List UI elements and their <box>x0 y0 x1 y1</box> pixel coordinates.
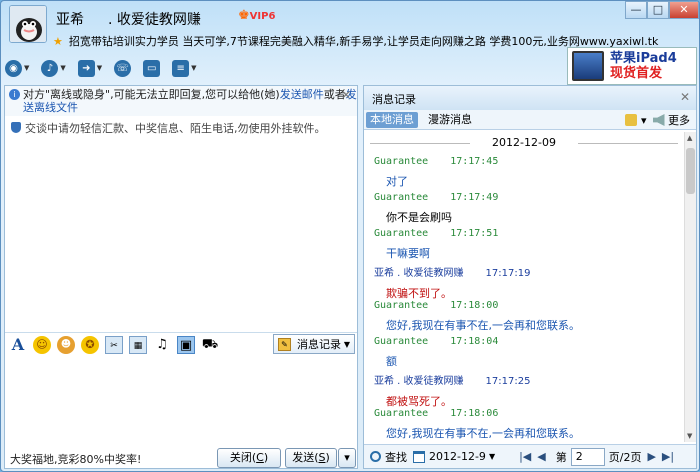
ad-line2: 现货首发 <box>610 66 663 81</box>
minimize-button[interactable]: — <box>625 1 647 19</box>
next-page-icon[interactable]: ▶ <box>647 450 655 463</box>
last-page-icon[interactable]: ▶| <box>662 450 674 463</box>
app-icon: ≡ <box>172 59 190 77</box>
flame-icon: ♚ <box>238 8 250 23</box>
star-icon: ★ <box>53 35 63 48</box>
magic-face-icon[interactable]: ☻ <box>57 335 75 354</box>
record-icon <box>625 113 638 126</box>
page-input[interactable]: 2 <box>570 447 605 466</box>
shield-icon <box>11 122 21 133</box>
more-button[interactable]: 更多 <box>652 112 690 128</box>
signature-name: . 收爱徒教网赚 <box>108 12 201 28</box>
first-page-icon[interactable]: |◀ <box>519 450 531 463</box>
list-item: 亚希 . 收爱徒教网赚 17:17:25 都被骂死了。 <box>374 376 531 408</box>
shake-icon[interactable]: ✪ <box>81 335 99 354</box>
avatar[interactable] <box>9 5 47 43</box>
tab-roaming-messages[interactable]: 漫游消息 <box>424 112 476 128</box>
list-item: Guarantee 17:18:04 额 <box>374 336 499 368</box>
tab-local-messages[interactable]: 本地消息 <box>366 112 418 128</box>
remote-assist-button[interactable]: ☏ <box>114 59 132 77</box>
toolbox-icon[interactable]: ⛟ <box>201 336 219 354</box>
history-date: 2012-12-09 <box>364 136 684 149</box>
contact-name: 亚希 . 收爱徒教网赚 <box>56 9 201 29</box>
send-options-button[interactable]: ▾ <box>338 448 356 468</box>
music-icon[interactable]: ♫ <box>153 336 171 354</box>
list-item: Guarantee 17:17:51 干嘛要啊 <box>374 228 499 260</box>
message-record-button[interactable]: ✎ 消息记录 ▼ <box>273 334 355 354</box>
scroll-up-icon[interactable]: ▲ <box>687 134 692 142</box>
window-controls: — □ ✕ <box>625 1 699 19</box>
emoji-icon[interactable]: ☺ <box>33 335 51 354</box>
chat-panel: i 对方"离线或隐身",可能无法立即回复,您可以给他(她)发送邮件或者发送离线文… <box>4 85 358 469</box>
screenshot-icon[interactable]: ✂ <box>105 335 123 354</box>
scroll-down-icon[interactable]: ▼ <box>687 432 692 440</box>
info-icon: i <box>9 89 20 100</box>
offline-notice: i 对方"离线或隐身",可能无法立即回复,您可以给他(她)发送邮件或者发送离线文… <box>5 86 357 116</box>
chevron-down-icon: ▼ <box>24 64 30 72</box>
chevron-down-icon: ▾ <box>344 451 350 464</box>
layout-icon[interactable]: ▣ <box>177 335 195 354</box>
voice-call-button[interactable]: ♪ ▼ <box>41 59 66 77</box>
file-icon: ➜ <box>77 59 95 77</box>
share-screen-button[interactable]: ▭ <box>143 59 161 77</box>
prev-page-icon[interactable]: ◀ <box>537 450 545 463</box>
date-picker[interactable]: 2012-12-9 ▼ <box>413 450 495 463</box>
ad-banner[interactable]: 苹果iPad4 现货首发 <box>567 47 697 85</box>
vip-badge[interactable]: ♚VIP6 <box>238 8 275 23</box>
list-item: Guarantee 17:17:49 你不是会刷吗 <box>374 192 499 224</box>
close-button[interactable]: 关闭(C) <box>217 448 281 468</box>
screen-icon: ▭ <box>143 59 161 77</box>
history-title: 消息记录 <box>372 93 416 106</box>
record-icon: ✎ <box>278 337 291 351</box>
font-icon[interactable]: A <box>9 335 27 354</box>
apps-button[interactable]: ≡ ▼ <box>172 59 197 77</box>
list-item: Guarantee 17:18:06 您好,我现在有事不在,一会再和您联系。 <box>374 408 580 440</box>
search-button[interactable]: 查找 <box>370 449 407 465</box>
message-record-label: 消息记录 <box>297 338 341 351</box>
close-window-button[interactable]: ✕ <box>669 1 699 19</box>
chat-window: 亚希. 收爱徒教网赚 ♚VIP6 ★ 招宽带钻培训实力学员 当天可学,7节课程完美… <box>0 0 700 472</box>
lottery-ad-link[interactable]: 大奖福地,竞彩80%中奖率! <box>10 451 141 467</box>
chevron-down-icon: ▼ <box>96 64 103 72</box>
scroll-thumb[interactable] <box>686 148 695 194</box>
list-item: 亚希 . 收爱徒教网赚 17:17:19 欺骗不到了。 <box>374 268 531 300</box>
history-scrollbar[interactable]: ▲ ▼ <box>684 132 696 442</box>
speaker-icon <box>652 114 665 126</box>
history-tabs: 本地消息 漫游消息 ▾ 更多 <box>364 110 696 130</box>
history-footer: 查找 2012-12-9 ▼ |◀ ◀ 第 2 页/2页 ▶ ▶| <box>364 444 696 468</box>
video-call-button[interactable]: ◉ ▼ <box>5 59 30 77</box>
history-panel: 消息记录 ✕ 本地消息 漫游消息 ▾ 更多 2012-12-09 Guarant… <box>363 85 697 469</box>
video-icon: ◉ <box>5 59 22 77</box>
history-header: 消息记录 ✕ <box>364 86 696 110</box>
remote-icon: ☏ <box>114 59 132 77</box>
search-icon <box>370 451 381 462</box>
maximize-button[interactable]: □ <box>647 1 669 19</box>
send-bar: 大奖福地,竞彩80%中奖率! 关闭(C) 发送(S) ▾ <box>4 445 358 471</box>
list-item: Guarantee 17:18:00 您好,我现在有事不在,一会再和您联系。 <box>374 300 580 332</box>
send-button[interactable]: 发送(S) <box>285 448 337 468</box>
message-list: 2012-12-09 Guarantee 17:17:45 对了 Guarante… <box>364 132 684 442</box>
close-history-icon[interactable]: ✕ <box>680 90 690 104</box>
image-icon[interactable]: ▦ <box>129 335 147 354</box>
send-email-link[interactable]: 发送邮件 <box>280 88 324 101</box>
nickname: 亚希 <box>56 12 84 28</box>
security-warning: 交谈中请勿轻信汇款、中奖信息、陌生电话,勿使用外挂软件。 <box>11 120 326 136</box>
chevron-down-icon: ▼ <box>343 339 350 349</box>
list-item: Guarantee 17:17:45 对了 <box>374 156 499 188</box>
ad-line1: 苹果iPad4 <box>610 51 677 66</box>
record-tool-button[interactable]: ▾ <box>625 113 647 127</box>
ipad-image <box>572 51 604 81</box>
close-notice-icon[interactable]: ✕ <box>341 89 351 102</box>
chevron-down-icon: ▼ <box>60 64 66 72</box>
chevron-down-icon: ▼ <box>191 64 197 72</box>
calendar-icon <box>413 450 425 463</box>
send-file-button[interactable]: ➜ ▼ <box>77 59 103 77</box>
chevron-down-icon: ▼ <box>488 452 496 461</box>
main-toolbar: ◉ ▼ ♪ ▼ ➜ ▼ ☏ ▭ ≡ ▼ <box>5 57 209 79</box>
mic-icon: ♪ <box>41 59 59 77</box>
